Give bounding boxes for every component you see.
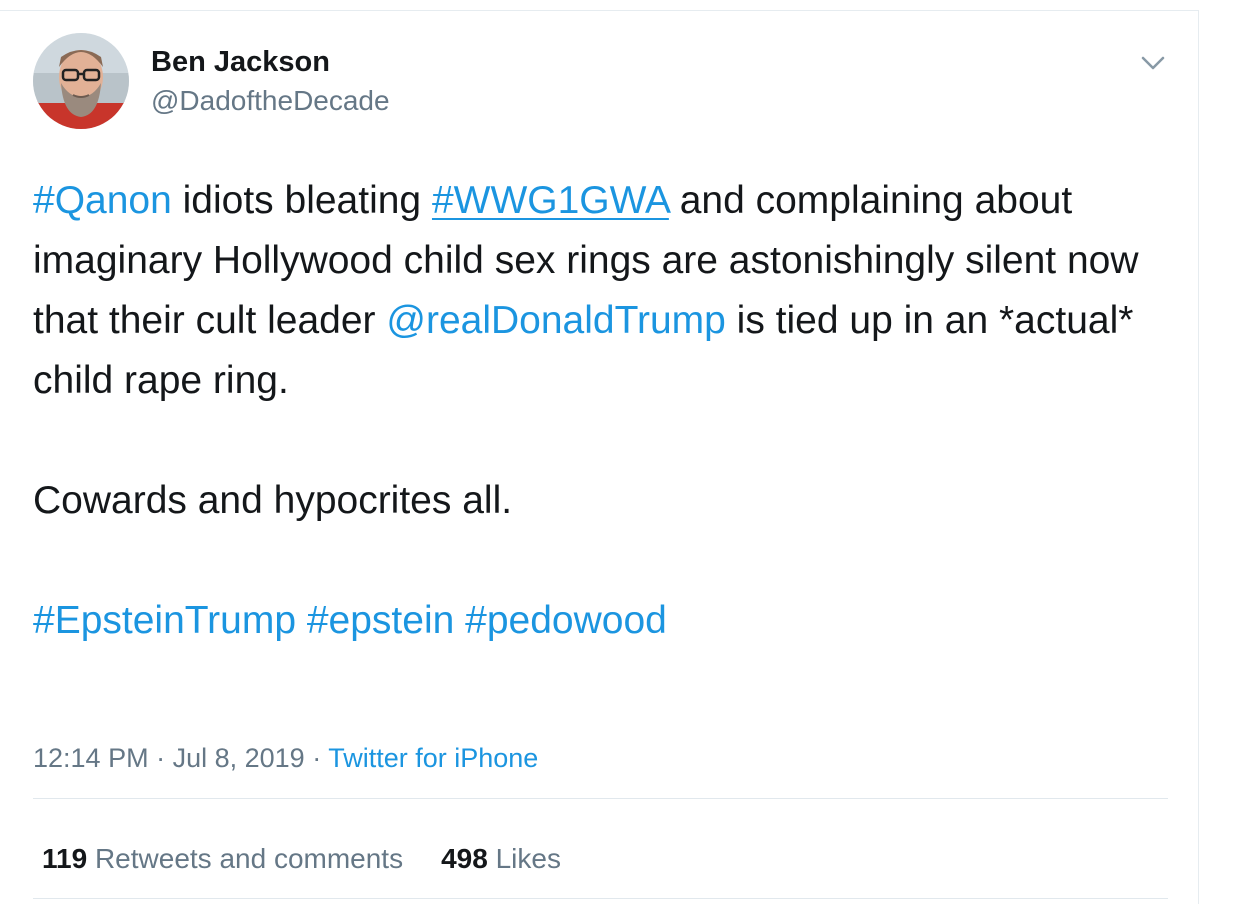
hashtag-pedowood[interactable]: #pedowood: [465, 599, 667, 642]
tweet-source[interactable]: Twitter for iPhone: [328, 743, 538, 773]
chevron-down-icon[interactable]: [1138, 48, 1168, 78]
divider: [33, 898, 1168, 899]
tweet-text-segment: idiots bleating: [171, 179, 432, 222]
mention-realdonaldtrump[interactable]: @realDonaldTrump: [386, 299, 725, 342]
retweets-label: Retweets and comments: [94, 843, 404, 874]
hashtag-qanon[interactable]: #Qanon: [33, 179, 172, 222]
hashtag-epsteintrump[interactable]: #EpsteinTrump: [33, 599, 296, 642]
tweet-stats: 119 Retweets and comments 498 Likes: [42, 843, 561, 875]
retweets-stat[interactable]: 119 Retweets and comments: [42, 843, 403, 875]
tweet-paragraph-main: #Qanon idiots bleating #WWG1GWA and comp…: [33, 171, 1153, 411]
tweet-date[interactable]: Jul 8, 2019: [173, 743, 305, 773]
likes-label: Likes: [495, 843, 561, 874]
meta-separator: ·: [148, 743, 173, 773]
tweet-time[interactable]: 12:14 PM: [33, 743, 149, 773]
hashtag-wwg1gwa[interactable]: #WWG1GWA: [432, 179, 669, 222]
likes-count: 498: [441, 843, 488, 874]
retweets-count: 119: [42, 843, 88, 874]
tweet-hashtags: #EpsteinTrump #epstein #pedowood: [33, 591, 1153, 651]
avatar-image: [33, 33, 129, 129]
tweet-card: Ben Jackson @DadoftheDecade #Qanon idiot…: [0, 10, 1199, 904]
avatar[interactable]: [33, 33, 129, 129]
author-name[interactable]: Ben Jackson: [151, 46, 330, 79]
divider: [33, 798, 1168, 799]
hashtag-epstein[interactable]: #epstein: [307, 599, 454, 642]
meta-separator: ·: [304, 743, 329, 773]
tweet-text: #Qanon idiots bleating #WWG1GWA and comp…: [33, 171, 1153, 651]
tweet-meta: 12:14 PM · Jul 8, 2019 · Twitter for iPh…: [33, 743, 538, 774]
tweet-paragraph-second: Cowards and hypocrites all.: [33, 479, 513, 522]
author-handle[interactable]: @DadoftheDecade: [151, 85, 390, 117]
likes-stat[interactable]: 498 Likes: [441, 843, 561, 875]
